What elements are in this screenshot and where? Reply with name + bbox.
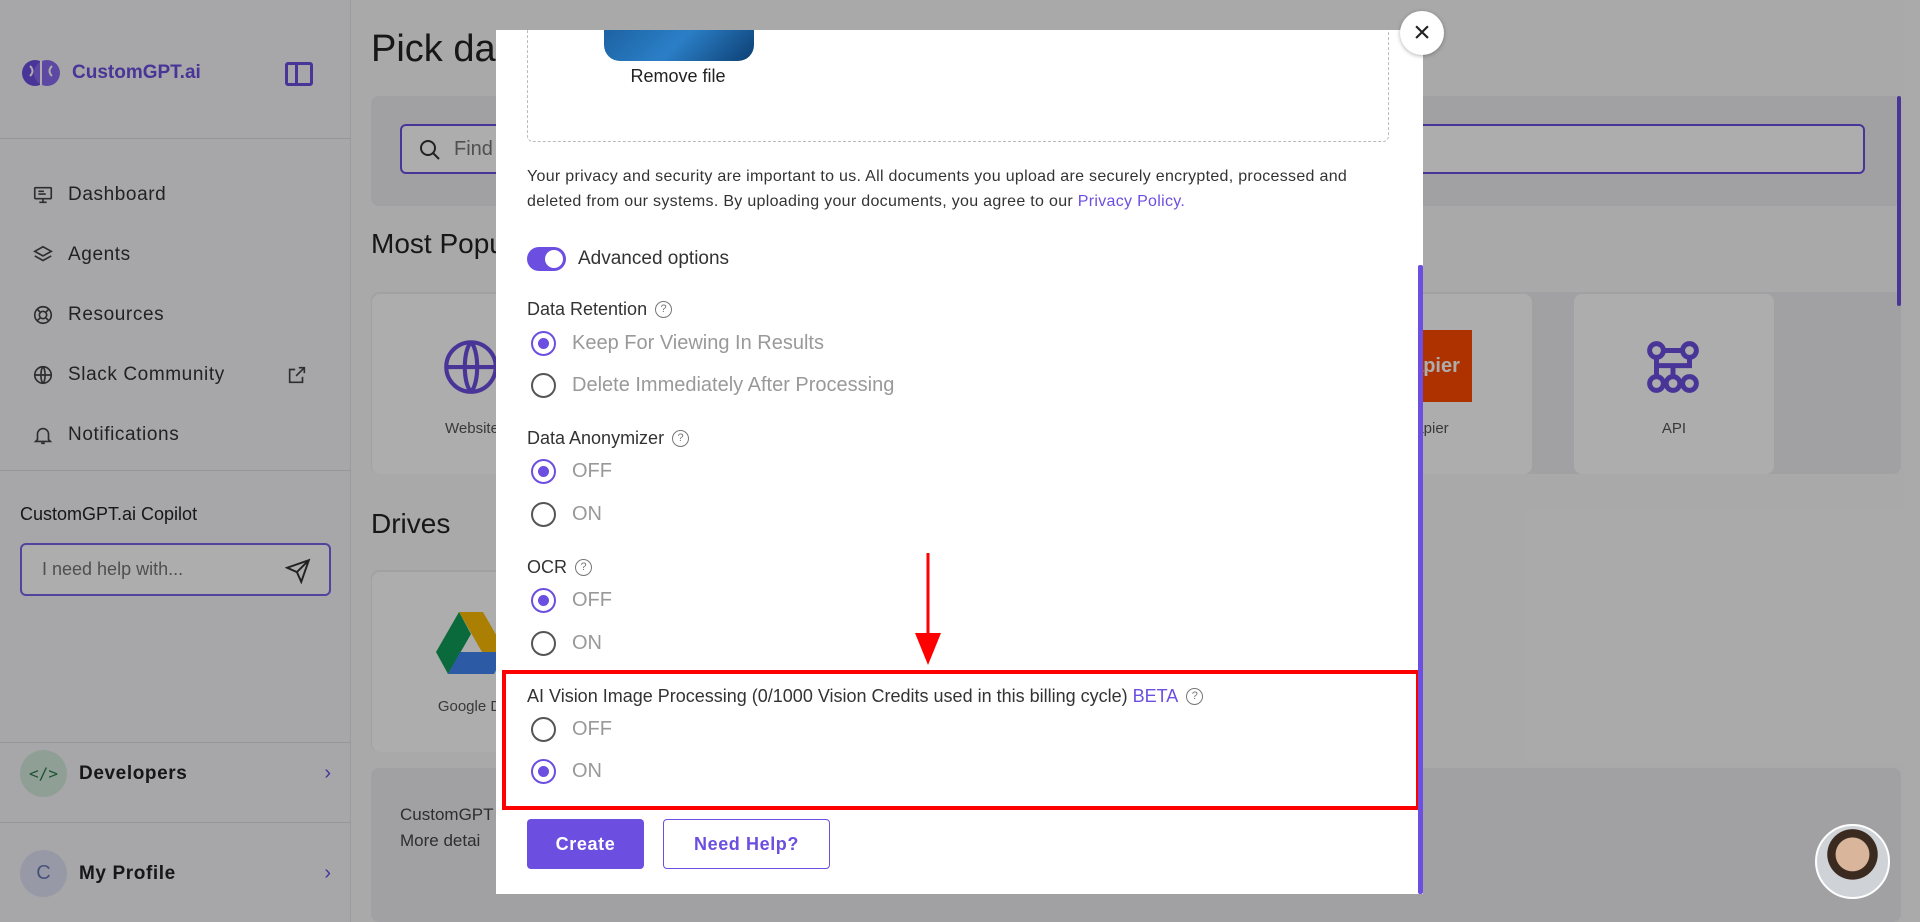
radio-label: Delete Immediately After Processing	[572, 374, 895, 396]
arrow-down-icon	[915, 553, 941, 665]
file-dropzone[interactable]: Remove file	[527, 30, 1389, 142]
privacy-end: .	[1180, 193, 1186, 210]
privacy-policy-link[interactable]: Privacy Policy	[1078, 193, 1181, 210]
radio-unselected-icon	[531, 373, 556, 398]
modal-scrollbar[interactable]	[1418, 265, 1423, 894]
radio-label: ON	[572, 503, 602, 525]
privacy-text: Your privacy and security are important …	[527, 168, 1348, 210]
help-icon[interactable]: ?	[672, 430, 690, 447]
radio-anonymizer-off[interactable]: OFF	[531, 459, 612, 484]
help-icon[interactable]: ?	[575, 559, 592, 576]
advanced-options-toggle[interactable]: Advanced options	[527, 247, 729, 271]
need-help-button[interactable]: Need Help?	[663, 819, 830, 869]
radio-keep-for-viewing[interactable]: Keep For Viewing In Results	[531, 331, 824, 356]
radio-selected-icon	[531, 331, 556, 356]
support-avatar[interactable]	[1815, 824, 1890, 899]
remove-file-link[interactable]: Remove file	[528, 66, 828, 87]
help-icon[interactable]: ?	[655, 301, 673, 318]
radio-label: ON	[572, 632, 602, 654]
advanced-options-label: Advanced options	[578, 248, 730, 269]
radio-label: OFF	[572, 460, 612, 482]
radio-selected-icon	[531, 459, 556, 484]
radio-label: Keep For Viewing In Results	[572, 332, 824, 354]
file-thumbnail	[604, 30, 754, 61]
radio-ocr-on[interactable]: ON	[531, 631, 602, 656]
radio-unselected-icon	[531, 502, 556, 527]
section-label: Data Retention	[527, 299, 648, 319]
radio-unselected-icon	[531, 631, 556, 656]
radio-delete-immediately[interactable]: Delete Immediately After Processing	[531, 373, 894, 398]
section-label: Data Anonymizer	[527, 428, 665, 448]
radio-anonymizer-on[interactable]: ON	[531, 502, 602, 527]
toggle-switch[interactable]	[527, 247, 566, 271]
create-button[interactable]: Create	[527, 819, 644, 869]
radio-ocr-off[interactable]: OFF	[531, 588, 612, 613]
upload-modal: Remove file Your privacy and security ar…	[496, 30, 1423, 894]
data-anonymizer-title: Data Anonymizer?	[527, 428, 690, 449]
section-label: OCR	[527, 557, 567, 577]
highlight-box	[502, 670, 1420, 810]
ocr-title: OCR?	[527, 557, 592, 578]
close-icon[interactable]: ×	[1400, 11, 1444, 55]
radio-label: OFF	[572, 589, 612, 611]
privacy-notice: Your privacy and security are important …	[527, 164, 1387, 214]
radio-selected-icon	[531, 588, 556, 613]
data-retention-title: Data Retention?	[527, 299, 673, 320]
